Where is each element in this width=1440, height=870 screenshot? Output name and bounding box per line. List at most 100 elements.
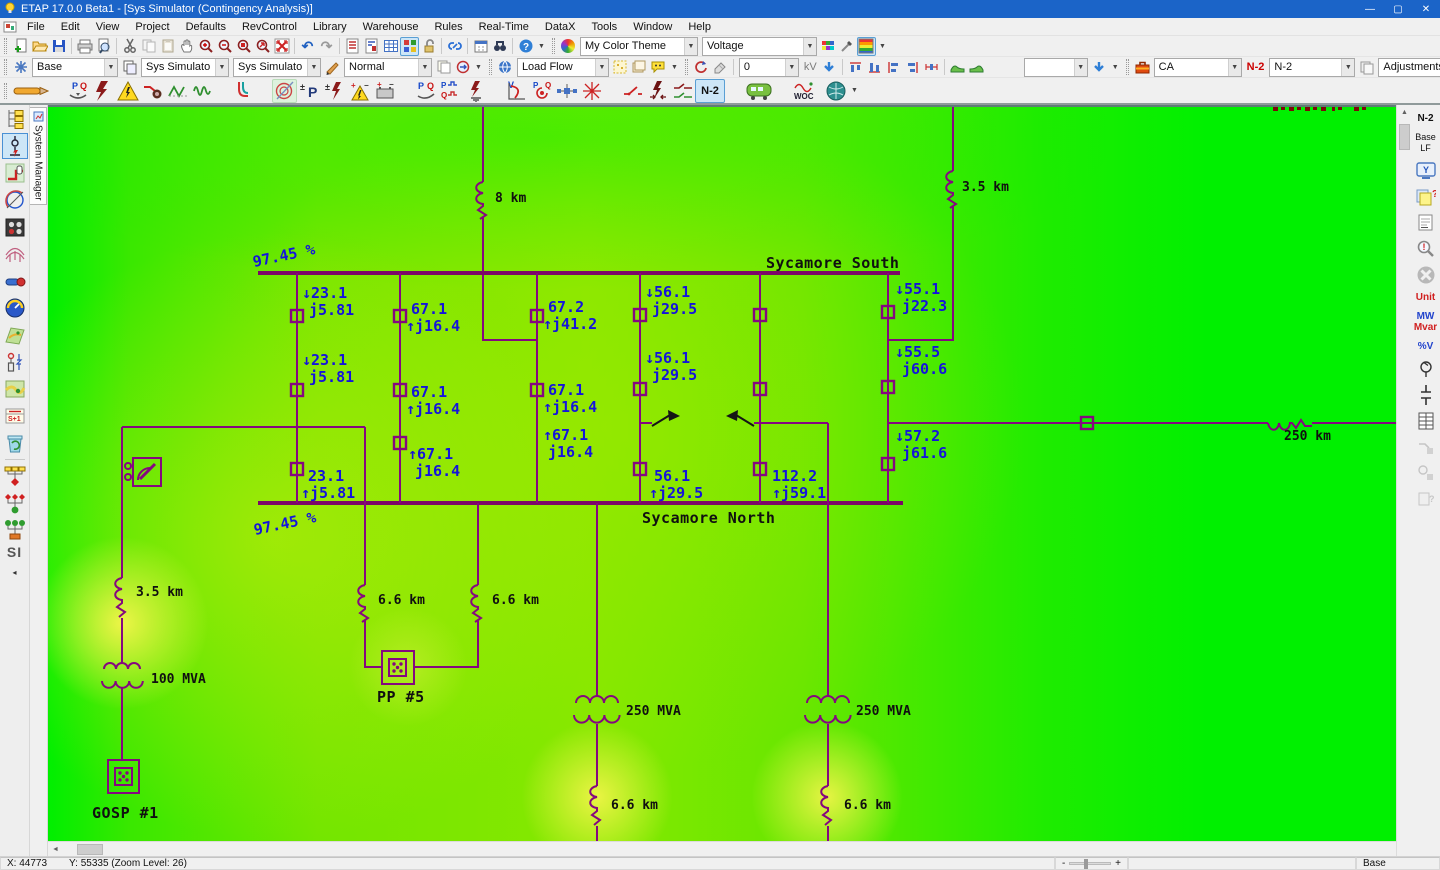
scroll-left-arrow[interactable]: ◄ [48,842,63,857]
menu-tools[interactable]: Tools [584,18,626,36]
schedule-icon[interactable] [471,37,490,56]
fault-tree-icon[interactable] [2,463,28,489]
edit-study-case-icon[interactable] [611,58,630,77]
load-flow-icon[interactable]: PQ [65,79,90,103]
time-domain-load-flow-icon[interactable]: PQ [438,79,463,103]
study-caret-icon[interactable]: ▼ [848,87,861,94]
bus-sycamore-south[interactable]: Sycamore South 97.45 % [251,240,900,273]
edit-mode-pencil-icon[interactable] [11,79,51,103]
dashboard-gauge-icon[interactable] [2,295,28,321]
arc-flash-evaluation-icon[interactable]: +− [347,79,372,103]
datablock-grid-icon[interactable] [381,37,400,56]
save-icon[interactable] [49,37,68,56]
cable-mesh-icon[interactable] [2,241,28,267]
voltage-stability-icon[interactable]: V [504,79,529,103]
transfer-icon[interactable] [692,58,711,77]
faded-tool-icon-2[interactable] [1414,462,1438,484]
cable-pulling-icon[interactable] [2,268,28,294]
harmonic-analysis-icon[interactable] [190,79,215,103]
alert-pages-icon[interactable]: ? [1414,186,1438,208]
unbalanced-load-flow-icon[interactable]: PQ [413,79,438,103]
etrax-train-icon[interactable] [743,79,777,103]
cable-ampacity-icon[interactable]: S+1 [2,403,28,429]
minimize-button[interactable]: — [1356,0,1384,18]
fault-arrows-icon[interactable] [645,79,670,103]
align-right-icon[interactable] [903,58,922,77]
feeder-5[interactable]: 112.2 ↑j59.1 [754,273,826,503]
fault-insertion-icon[interactable]: ± [322,79,347,103]
menu-defaults[interactable]: Defaults [178,18,234,36]
dropper-icon[interactable] [838,37,857,56]
vertical-scrollbar[interactable]: ▲ [1396,105,1411,856]
presentation-combo[interactable]: Sys Simulator▼ [141,58,229,77]
tie-switch-open[interactable] [640,410,828,426]
menu-help[interactable]: Help [680,18,719,36]
intelligeo-globe-icon[interactable] [823,79,848,103]
adjustments-combo[interactable]: Adjustments▼ [1378,58,1440,77]
presentation2-combo[interactable]: Sys Simulator▼ [233,58,321,77]
quick-pick-combo[interactable]: ▼ [1024,58,1088,77]
line-8km[interactable]: 8 km [476,107,537,340]
halt-icon[interactable] [1414,264,1438,286]
pan-icon[interactable] [177,37,196,56]
collapse-arrow-icon[interactable]: ◂ [0,568,29,577]
scroll-up-arrow[interactable]: ▲ [1397,105,1412,120]
transient-stability-icon[interactable] [165,79,190,103]
gosp-plant-box[interactable] [108,760,139,793]
print-preview-icon[interactable] [94,37,113,56]
pin-bulb-icon[interactable] [1414,358,1438,380]
vscroll-thumb[interactable] [1399,124,1410,150]
cut-icon[interactable] [120,37,139,56]
n2-combo[interactable]: N-2▼ [1269,58,1355,77]
event-diagram-icon[interactable] [2,490,28,516]
config-pages-icon[interactable] [434,58,453,77]
transformer-250mva-b[interactable] [805,696,851,723]
unlock-icon[interactable] [419,37,438,56]
zoom-out-icon[interactable] [215,37,234,56]
one-line-canvas[interactable]: 8 km 3.5 km Sycamore South 97.45 % Sycam… [48,105,1396,841]
menu-rules[interactable]: Rules [426,18,470,36]
menu-realtime[interactable]: Real-Time [471,18,537,36]
zoom-out-slider-button[interactable]: - [1062,858,1065,869]
motor-acceleration-icon[interactable] [140,79,165,103]
new-project-icon[interactable] [11,37,30,56]
comment-caret-icon[interactable]: ▼ [668,64,681,71]
colormap-caret-icon[interactable]: ▼ [876,43,889,50]
alert-view-icon[interactable]: ! [1414,238,1438,260]
print-icon[interactable] [75,37,94,56]
sequence-diagram-icon[interactable] [2,517,28,543]
palette-icon[interactable] [819,37,838,56]
menu-window[interactable]: Window [625,18,680,36]
find-icon[interactable] [490,37,509,56]
study-mode-combo[interactable]: Load Flow▼ [517,58,609,77]
zoom-in-slider-button[interactable]: + [1115,858,1121,869]
menu-warehouse[interactable]: Warehouse [355,18,427,36]
menu-library[interactable]: Library [305,18,355,36]
geo-map-icon[interactable] [2,376,28,402]
ground-grid-icon[interactable] [2,187,28,213]
menu-file[interactable]: File [19,18,53,36]
hyperlink-icon[interactable] [445,37,464,56]
tx250-branch-left[interactable]: 250 MVA 6.6 km [574,503,681,841]
unit-toggle-label[interactable]: Unit [1416,292,1435,303]
kv-value-combo[interactable]: 0▼ [739,58,799,77]
switching-optimization-icon[interactable] [579,79,604,103]
revision-combo[interactable]: Base▼ [32,58,118,77]
display-options-panel-icon[interactable]: Y [1414,160,1438,182]
control-panel-icon[interactable] [2,214,28,240]
zoom-slider-thumb[interactable] [1084,859,1088,869]
colormap-icon[interactable] [857,37,876,56]
adjustments-pages-icon[interactable] [1357,58,1376,77]
theme-by-combo[interactable]: Voltage▼ [702,37,817,56]
quick-caret-icon[interactable]: ▼ [1109,64,1122,71]
menu-datax[interactable]: DataX [537,18,584,36]
wizard-step-icon[interactable] [948,58,967,77]
comment-icon[interactable] [649,58,668,77]
arc-flash-icon[interactable] [115,79,140,103]
snowflake-icon[interactable] [11,58,30,77]
optimal-capacitor-icon[interactable] [554,79,579,103]
menu-view[interactable]: View [88,18,128,36]
dc-short-circuit-icon[interactable] [463,79,488,103]
optimal-power-flow-icon[interactable]: ±P [297,79,322,103]
percent-v-toggle-label[interactable]: %V [1418,341,1434,352]
